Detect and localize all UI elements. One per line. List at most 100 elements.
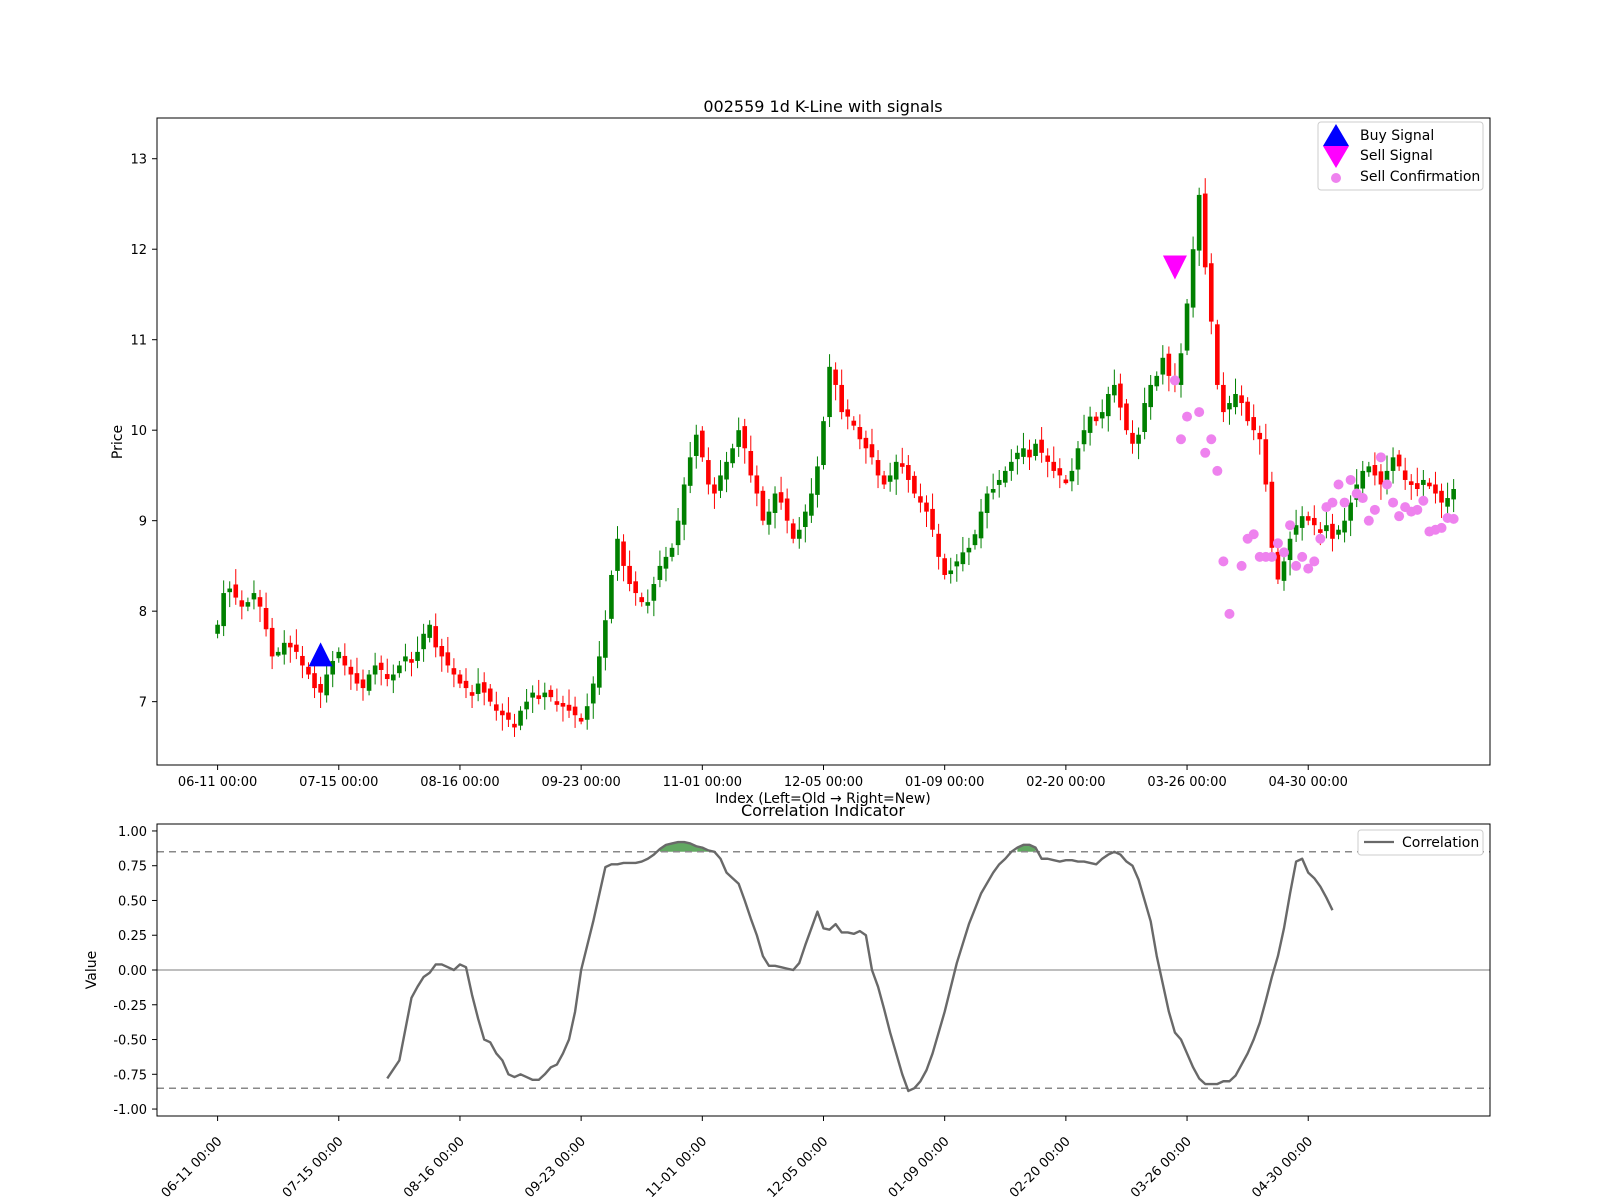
sell-confirmation-point [1272,538,1283,549]
correlation-y-tick-label: -1.00 [113,1103,147,1118]
candle-body [1087,416,1093,433]
candle-body [251,593,257,600]
candle-body [845,409,851,417]
candle-body [506,712,511,720]
sell-confirmation-point [1394,511,1405,522]
candle-body [1348,502,1353,521]
candle-body [1215,324,1220,385]
price-panel: 002559 1d K-Line with signals 7 8 9 10 11 12 1… [110,97,1491,807]
correlation-line [386,840,1334,1093]
candle-body [554,701,560,705]
candle-body [887,475,893,482]
price-y-tick-label: 7 [139,696,147,711]
candle-body [597,656,602,688]
candle-body [1002,470,1008,483]
candle-body [1118,383,1123,408]
sell-confirmation-point [1175,434,1186,445]
price-y-tick-label: 12 [130,243,147,258]
candle-body [421,633,426,650]
candle-body [348,666,354,675]
sell-confirmation-point [1412,504,1423,515]
candle-body [863,437,869,449]
candle-body [1439,490,1444,503]
correlation-x-tick-label: 04-30 00:00 [1249,1134,1316,1200]
candle-body [481,682,487,693]
candle-body [1233,393,1238,408]
candle-body [839,384,844,413]
candle-body [700,430,705,458]
candle-body [1130,432,1135,444]
candle-body [1221,384,1226,413]
candle-body [463,680,469,689]
candle-body [281,642,287,655]
sell-confirmation-point [1418,495,1429,506]
sell-confirmation-point [1169,375,1180,386]
candle-body [391,674,396,681]
price-legend: Buy Signal Sell Signal Sell Confirmation [1317,121,1484,191]
correlation-x-axis: 06-11 00:00 07-15 00:00 08-16 00:00 09-23 0… [159,1116,1316,1200]
correlation-panel: Correlation Indicator 1.00 0.75 0.50 0.25 0.… [84,801,1491,1200]
price-x-tick-label: 11-01 00:00 [663,775,742,790]
candle-body [978,511,984,539]
correlation-chart-title: Correlation Indicator [741,801,905,820]
candle-body [736,430,741,447]
candle-body [1269,481,1275,548]
price-y-tick-label: 13 [130,153,147,168]
price-x-tick-label: 03-26 00:00 [1147,775,1226,790]
candle-body [718,475,723,491]
candle-body [330,660,336,675]
price-x-tick-label: 02-20 00:00 [1026,775,1105,790]
correlation-x-tick-label: 08-16 00:00 [401,1134,468,1200]
candle-body [269,627,275,657]
buy-signal-marker [308,642,333,667]
candle-body [427,624,432,638]
candle-body [730,448,735,464]
candle-body [881,475,887,485]
sell-confirmation-point [1363,515,1374,526]
candle-body [1245,401,1250,422]
candle-body [451,668,457,675]
candle-body [821,421,826,466]
price-x-tick-label: 04-30 00:00 [1269,775,1348,790]
candle-body [675,520,681,546]
correlation-y-axis: 1.00 0.75 0.50 0.25 0.00 -0.25 -0.50 -0.75 -1.00 [113,825,157,1118]
sell-confirmation-point [1388,497,1399,508]
candle-body [942,558,947,575]
candle-body [469,692,475,696]
candle-body [790,523,796,539]
correlation-y-tick-label: 1.00 [118,825,147,840]
candle-body [760,490,766,521]
sell-confirmation-point [1333,479,1344,490]
price-chart-title: 002559 1d K-Line with signals [703,97,942,116]
candle-body [445,652,451,666]
candle-body [633,581,638,594]
candle-body [1093,416,1099,422]
correlation-legend: Correlation [1357,829,1484,856]
candle-body [1045,455,1050,462]
candle-body [306,666,311,675]
candle-body [1075,448,1081,470]
candle-body [487,688,493,702]
candle-body [972,534,978,546]
correlation-y-tick-label: -0.25 [113,999,147,1014]
candle-body [494,704,499,711]
candle-body [287,642,293,648]
candle-body [512,723,517,728]
sell-confirmation-point [1357,493,1368,504]
sell-confirmation-point [1212,465,1223,476]
candle-body [300,655,305,666]
candle-body [1154,375,1160,387]
candle-body [1366,466,1372,473]
signal-markers [308,255,1187,667]
sell-confirmation-point [1291,560,1302,571]
candle-body [1396,454,1402,467]
price-x-tick-label: 09-23 00:00 [541,775,620,790]
sell-confirmation-legend-icon [1331,173,1341,183]
candle-body [566,704,572,711]
candle-body [360,679,366,689]
candle-body [1057,468,1063,476]
correlation-y-tick-label: 0.75 [118,860,147,875]
candle-body [984,493,990,513]
sell-confirmation-point [1266,551,1277,562]
candle-body [1099,412,1105,419]
